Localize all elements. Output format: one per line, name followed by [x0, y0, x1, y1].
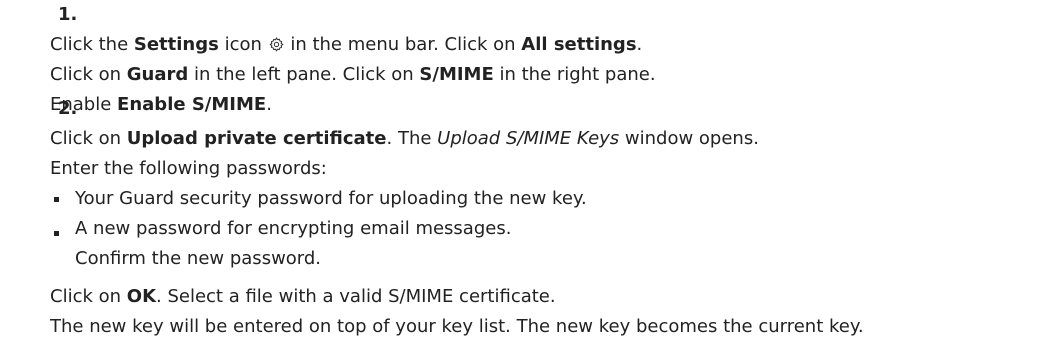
text-segment: Click on: [50, 128, 127, 149]
step-1-line-2: Click on Guard in the left pane. Click o…: [50, 60, 1043, 90]
bullet-marker: [54, 231, 59, 236]
smime-term: S/MIME: [419, 64, 494, 85]
text-segment: Click on: [50, 64, 127, 85]
text-segment: window opens.: [619, 128, 759, 149]
text-segment: .: [636, 34, 643, 55]
text-segment: icon: [218, 34, 268, 55]
text-segment: Click the: [50, 34, 134, 55]
text-segment: . Select a file with a valid S/MIME cert…: [156, 286, 556, 307]
step-2: 2. Click on Upload private certificate. …: [0, 94, 1043, 342]
step-number: 2.: [58, 98, 78, 119]
bullet-marker: [54, 197, 59, 202]
instructions-document: 1. Click the Settings icon in the menu b…: [0, 0, 1043, 359]
password-list: Your Guard security password for uploadi…: [50, 184, 1043, 278]
all-settings-term: All settings: [521, 34, 637, 55]
step-1-line-1: Click the Settings icon in the menu bar.…: [50, 30, 1043, 60]
upload-smime-keys-window-name: Upload S/MIME Keys: [437, 128, 620, 149]
upload-private-certificate-term: Upload private certificate: [126, 128, 387, 149]
step-2-line-2: Enter the following passwords:: [50, 158, 327, 179]
list-item-text: A new password for encrypting email mess…: [75, 218, 512, 239]
text-segment: in the right pane.: [493, 64, 656, 85]
text-segment: in the menu bar. Click on: [284, 34, 522, 55]
list-item: A new password for encrypting email mess…: [50, 218, 1043, 278]
gear-icon: [269, 32, 284, 62]
list-item-text: Your Guard security password for uploadi…: [75, 188, 587, 209]
ok-term: OK: [126, 286, 157, 307]
step-2-line-3: Click on OK. Select a file with a valid …: [50, 282, 1043, 312]
list-item-text: Confirm the new password.: [75, 248, 322, 269]
settings-term: Settings: [133, 34, 219, 55]
list-item: Your Guard security password for uploadi…: [50, 184, 1043, 214]
step-2-line-4: The new key will be entered on top of yo…: [50, 316, 864, 337]
step-number: 1.: [58, 4, 78, 25]
text-segment: . The: [386, 128, 438, 149]
step-2-line-1: Click on Upload private certificate. The…: [50, 124, 1043, 154]
guard-term: Guard: [126, 64, 189, 85]
text-segment: Click on: [50, 286, 127, 307]
text-segment: in the left pane. Click on: [188, 64, 420, 85]
